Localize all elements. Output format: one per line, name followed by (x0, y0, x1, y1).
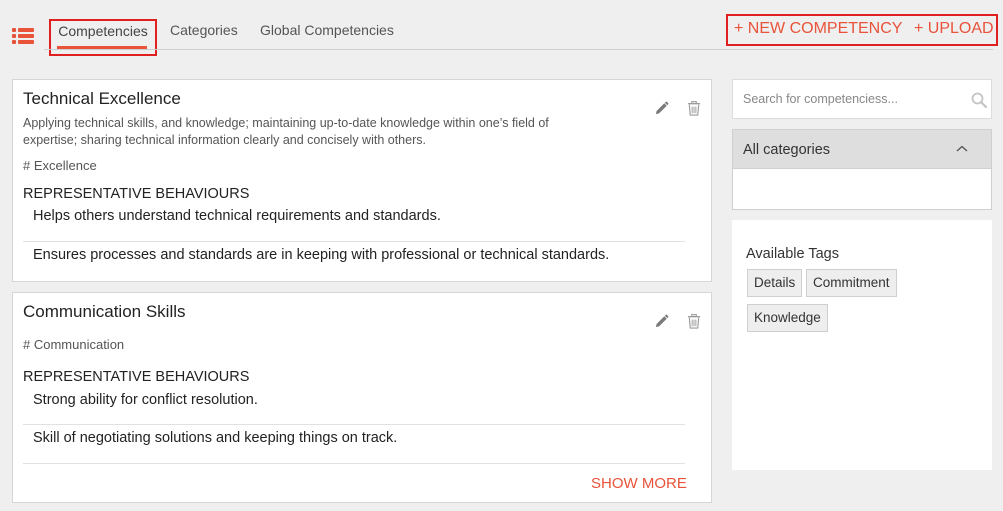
competency-title: Technical Excellence (23, 89, 181, 108)
behaviour-item: Ensures processes and standards are in k… (33, 247, 610, 263)
divider (23, 424, 685, 425)
available-tags-title: Available Tags (746, 246, 839, 262)
search-input[interactable] (733, 80, 963, 118)
behaviour-item: Skill of negotiating solutions and keepi… (33, 430, 398, 446)
pencil-icon[interactable] (654, 101, 669, 116)
tabs-divider (44, 49, 993, 50)
divider (23, 241, 685, 242)
tag-chip-details[interactable]: Details (747, 269, 803, 297)
tab-categories[interactable]: Categories (170, 22, 238, 38)
behaviour-item: Strong ability for conflict resolution. (33, 392, 258, 408)
trash-icon[interactable] (687, 101, 701, 116)
search-icon[interactable] (971, 92, 987, 108)
category-dropdown[interactable]: All categories (733, 130, 991, 169)
tag-chip-commitment[interactable]: Commitment (806, 269, 897, 297)
competency-card: Communication Skills # Communication REP… (12, 292, 712, 503)
competency-tag: # Excellence (23, 158, 97, 173)
show-more-button[interactable]: SHOW MORE (591, 475, 687, 492)
chevron-up-icon (956, 145, 968, 152)
tags-panel: Available Tags Details Commitment Knowle… (732, 220, 992, 470)
new-competency-button[interactable]: + NEW COMPETENCY (734, 20, 902, 38)
category-filter: All categories (732, 129, 992, 210)
competency-tag: # Communication (23, 337, 125, 352)
behaviours-heading: REPRESENTATIVE BEHAVIOURS (23, 186, 250, 202)
competency-title: Communication Skills (23, 302, 186, 321)
behaviours-heading: REPRESENTATIVE BEHAVIOURS (23, 369, 250, 385)
upload-button[interactable]: + UPLOAD (914, 20, 994, 38)
list-icon[interactable] (12, 28, 34, 44)
tab-competencies[interactable]: Competencies (49, 19, 157, 56)
competency-description: Applying technical skills, and knowledge… (23, 116, 549, 147)
trash-icon[interactable] (687, 314, 701, 329)
pencil-icon[interactable] (654, 314, 669, 329)
category-selected-label: All categories (743, 142, 831, 158)
behaviour-item: Helps others understand technical requir… (33, 208, 441, 224)
divider (23, 463, 685, 464)
search-box (732, 79, 992, 119)
tab-competencies-label: Competencies (58, 23, 148, 39)
tab-global-competencies[interactable]: Global Competencies (260, 22, 394, 38)
competency-card: Technical Excellence Applying technical … (12, 79, 712, 282)
tag-chip-knowledge[interactable]: Knowledge (747, 304, 828, 332)
